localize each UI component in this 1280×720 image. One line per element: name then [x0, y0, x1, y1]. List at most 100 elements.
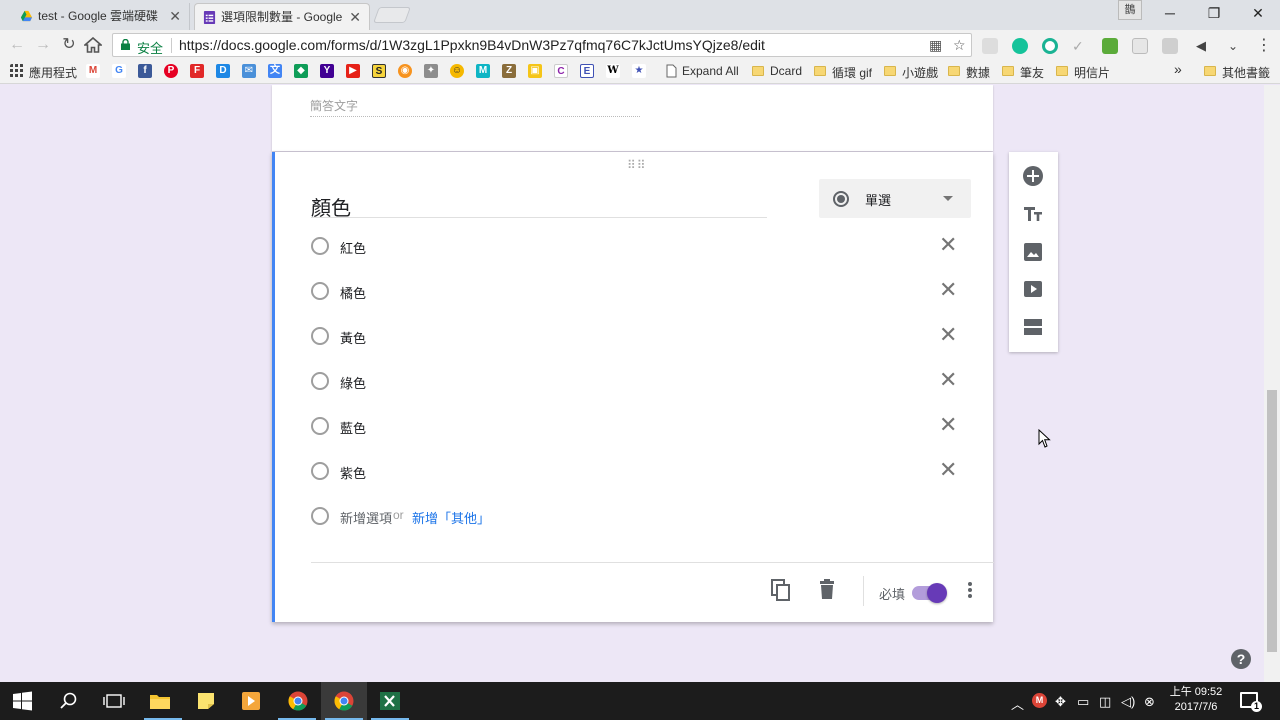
- qr-code-icon[interactable]: ▦: [929, 37, 942, 54]
- address-bar[interactable]: 安全 https://docs.google.com/forms/d/1W3zg…: [112, 33, 972, 57]
- chrome-icon[interactable]: [287, 691, 309, 711]
- page-icon[interactable]: [664, 64, 678, 78]
- extension-pdf-icon[interactable]: [982, 38, 998, 54]
- bookmark-expand-all[interactable]: Expand All: [682, 64, 739, 78]
- bookmark-mini-games[interactable]: 小遊戲: [902, 64, 938, 81]
- previous-question-card[interactable]: 簡答文字: [272, 85, 993, 151]
- back-icon[interactable]: ←: [6, 34, 28, 56]
- option-text[interactable]: 黃色: [340, 328, 366, 347]
- option-row[interactable]: 橘色 ✕: [311, 278, 971, 303]
- bookmark-bird-icon[interactable]: ✦: [424, 64, 438, 78]
- question-card[interactable]: ⠿⠿ 顏色 單選 紅色 ✕ 橘色 ✕ 黃色 ✕ 綠色 ✕ 藍色 ✕ 紫色 ✕ 新…: [272, 152, 994, 622]
- bookmark-data[interactable]: 數據: [966, 64, 990, 81]
- chrome-active-icon[interactable]: [333, 691, 355, 711]
- add-other-link[interactable]: 新增「其他」: [412, 508, 490, 527]
- close-tab-icon[interactable]: ✕: [349, 4, 361, 30]
- apps-grid-icon[interactable]: [10, 64, 24, 78]
- reload-icon[interactable]: ↻: [58, 34, 80, 56]
- option-text[interactable]: 藍色: [340, 418, 366, 437]
- extension-grid-icon[interactable]: [1162, 38, 1178, 54]
- m-icon[interactable]: M: [476, 64, 490, 78]
- option-row[interactable]: 紅色 ✕: [311, 233, 971, 258]
- bookmark-postcards[interactable]: 明信片: [1074, 64, 1110, 81]
- help-icon[interactable]: ?: [1231, 649, 1251, 669]
- option-row[interactable]: 藍色 ✕: [311, 413, 971, 438]
- bookmarks-overflow-button[interactable]: »: [1174, 61, 1182, 77]
- windows-start-icon[interactable]: [12, 691, 34, 711]
- close-tab-icon[interactable]: ✕: [169, 3, 181, 30]
- excel-icon[interactable]: [379, 691, 401, 711]
- profile-button[interactable]: 鵲: [1118, 0, 1142, 20]
- minimize-icon[interactable]: ─: [1148, 0, 1192, 26]
- task-view-icon[interactable]: [103, 691, 125, 711]
- remove-option-icon[interactable]: ✕: [939, 458, 957, 482]
- delete-icon[interactable]: [815, 578, 839, 602]
- wikipedia-icon[interactable]: W: [606, 64, 620, 78]
- star-bookmark-icon[interactable]: ★: [632, 64, 646, 78]
- remove-option-icon[interactable]: ✕: [939, 413, 957, 437]
- extension-evernote-icon[interactable]: [1102, 38, 1118, 54]
- option-row[interactable]: 黃色 ✕: [311, 323, 971, 348]
- remove-option-icon[interactable]: ✕: [939, 278, 957, 302]
- bookmark-apps[interactable]: 應用程式: [29, 64, 77, 81]
- bookmark-star-icon[interactable]: ☆: [953, 37, 966, 54]
- remove-option-icon[interactable]: ✕: [939, 323, 957, 347]
- tray-network-icon[interactable]: ◫: [1099, 694, 1111, 710]
- tray-battery-icon[interactable]: ▭: [1077, 694, 1089, 710]
- restore-icon[interactable]: ❐: [1192, 0, 1236, 26]
- yahoo-icon[interactable]: Y: [320, 64, 334, 78]
- bookmark-loop-gif[interactable]: 循環 gif: [832, 64, 872, 81]
- option-text[interactable]: 橘色: [340, 283, 366, 302]
- mail-icon[interactable]: ✉: [242, 64, 256, 78]
- google-icon[interactable]: G: [112, 64, 126, 78]
- url-text[interactable]: https://docs.google.com/forms/d/1W3zgL1P…: [179, 37, 765, 53]
- pinterest-icon[interactable]: P: [164, 64, 178, 78]
- bookmark-friends[interactable]: 筆友: [1020, 64, 1044, 81]
- translate-icon[interactable]: 文: [268, 64, 282, 78]
- tab-google-forms[interactable]: 選項限制數量 - Google ✕: [194, 3, 370, 30]
- maps-icon[interactable]: ◆: [294, 64, 308, 78]
- option-row[interactable]: 綠色 ✕: [311, 368, 971, 393]
- question-type-dropdown[interactable]: 單選: [819, 179, 971, 218]
- bookmark-other[interactable]: 其他書籤: [1222, 64, 1270, 81]
- more-options-icon[interactable]: [967, 582, 973, 602]
- duplicate-icon[interactable]: [769, 578, 793, 602]
- facebook-icon[interactable]: f: [138, 64, 152, 78]
- section-icon[interactable]: [1021, 315, 1045, 339]
- tray-gmail-icon[interactable]: M: [1032, 693, 1047, 708]
- drag-handle-icon[interactable]: ⠿⠿: [627, 158, 647, 172]
- extension-download-icon[interactable]: ⌄: [1228, 38, 1244, 54]
- sticky-notes-icon[interactable]: [195, 691, 217, 711]
- remove-option-icon[interactable]: ✕: [939, 233, 957, 257]
- youtube-icon[interactable]: ▶: [346, 64, 360, 78]
- tab-google-drive[interactable]: test - Google 雲端硬碟 ✕: [12, 3, 190, 30]
- tray-ime-icon[interactable]: ⊗: [1144, 694, 1155, 710]
- page-scrollbar[interactable]: [1264, 85, 1280, 682]
- system-clock[interactable]: 上午 09:52 2017/7/6: [1160, 685, 1232, 715]
- yellow-square-icon[interactable]: ▣: [528, 64, 542, 78]
- forward-icon[interactable]: →: [32, 34, 54, 56]
- tray-volume-icon[interactable]: ◁): [1121, 694, 1135, 710]
- image-icon[interactable]: [1021, 240, 1045, 264]
- add-question-icon[interactable]: [1021, 164, 1045, 188]
- e-icon[interactable]: E: [580, 64, 594, 78]
- tray-dropbox-icon[interactable]: ✥: [1055, 694, 1066, 710]
- extension-check-icon[interactable]: ✓: [1072, 38, 1088, 54]
- option-text[interactable]: 紫色: [340, 463, 366, 482]
- close-window-icon[interactable]: ✕: [1236, 0, 1280, 26]
- action-center-icon[interactable]: 1: [1240, 692, 1262, 712]
- file-explorer-icon[interactable]: [149, 691, 171, 711]
- flipboard-icon[interactable]: F: [190, 64, 204, 78]
- add-option-link[interactable]: 新增選項: [340, 508, 392, 527]
- search-icon[interactable]: [58, 691, 80, 711]
- video-icon[interactable]: [1021, 277, 1045, 301]
- dropbox-icon[interactable]: D: [216, 64, 230, 78]
- extension-sound-icon[interactable]: ◀: [1196, 38, 1212, 54]
- required-toggle-knob[interactable]: [927, 583, 947, 603]
- title-text-icon[interactable]: [1021, 202, 1045, 226]
- z-icon[interactable]: Z: [502, 64, 516, 78]
- home-icon[interactable]: [84, 37, 102, 53]
- gmail-icon[interactable]: M: [86, 64, 100, 78]
- option-text[interactable]: 紅色: [340, 238, 366, 257]
- s-icon[interactable]: S: [372, 64, 386, 78]
